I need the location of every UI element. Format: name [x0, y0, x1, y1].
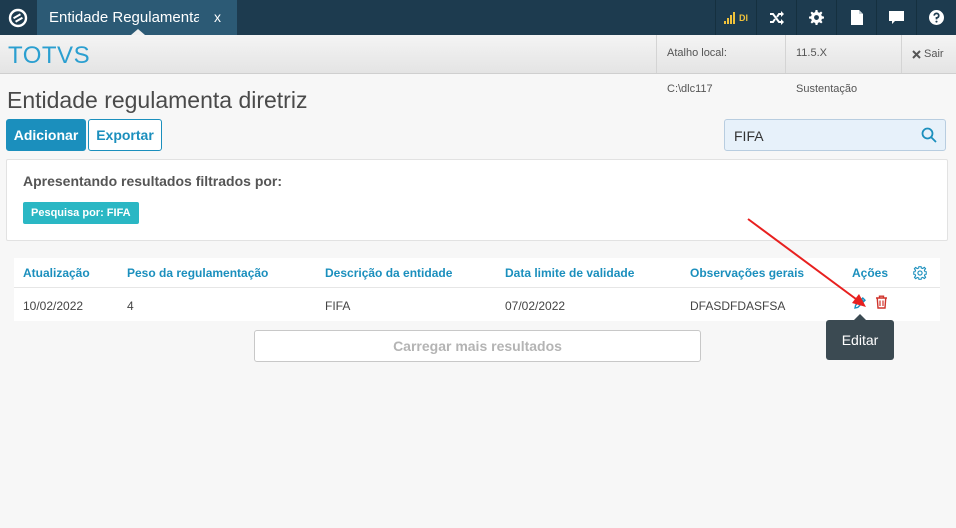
filter-tag[interactable]: Pesquisa por: FIFA [23, 202, 139, 224]
add-button[interactable]: Adicionar [6, 119, 86, 151]
document-icon [850, 10, 863, 25]
export-button[interactable]: Exportar [88, 119, 162, 151]
cell-data-limite: 07/02/2022 [505, 299, 566, 313]
column-header-data-limite[interactable]: Data limite de validade [505, 266, 634, 280]
column-header-observacoes[interactable]: Observações gerais [690, 266, 804, 280]
cell-peso: 4 [127, 299, 134, 313]
filter-title: Apresentando resultados filtrados por: [23, 173, 283, 189]
signal-icon [724, 11, 735, 24]
app-header: TOTVS Atalho local: C:\dlc117 11.5.X Sus… [0, 35, 956, 95]
top-icons-group: Dl [715, 0, 956, 35]
tab-entidade-regulamenta[interactable]: Entidade Regulamenta x [37, 0, 237, 35]
search-icon[interactable] [921, 127, 937, 143]
search-value: FIFA [734, 128, 764, 144]
help-icon [929, 10, 944, 25]
tab-label: Entidade Regulamenta [49, 9, 199, 26]
column-settings-icon[interactable] [913, 266, 927, 280]
cell-descricao: FIFA [325, 299, 351, 313]
pencil-icon[interactable] [853, 296, 867, 310]
tab-close-button[interactable]: x [214, 0, 221, 35]
signal-label: Dl [739, 12, 748, 23]
load-more-button[interactable]: Carregar mais resultados [254, 330, 701, 362]
exit-button[interactable]: Sair [901, 35, 956, 73]
column-header-peso[interactable]: Peso da regulamentação [127, 266, 268, 280]
local-shortcut: Atalho local: C:\dlc117 [656, 35, 784, 95]
chat-icon [889, 10, 904, 24]
search-input[interactable]: FIFA [724, 119, 946, 151]
column-header-descricao[interactable]: Descrição da entidade [325, 266, 452, 280]
top-navigation-bar: Entidade Regulamenta x Dl [0, 0, 956, 35]
version-label: 11.5.X Sustentação [785, 35, 901, 95]
totvs-logo-icon[interactable] [0, 0, 35, 35]
document-button[interactable] [836, 0, 876, 35]
column-header-atualizacao[interactable]: Atualização [23, 266, 90, 280]
chat-button[interactable] [876, 0, 916, 35]
cell-atualizacao: 10/02/2022 [23, 299, 84, 313]
exit-label: Sair [924, 48, 944, 60]
gear-icon [809, 10, 824, 25]
shuffle-icon [769, 10, 784, 25]
signal-button[interactable]: Dl [715, 0, 756, 35]
table-row[interactable]: 10/02/2022 4 FIFA 07/02/2022 DFASDFDASFS… [14, 289, 940, 321]
results-table: Atualização Peso da regulamentação Descr… [14, 258, 940, 321]
page-title: Entidade regulamenta diretriz [7, 87, 308, 113]
column-header-acoes: Ações [852, 266, 889, 280]
help-button[interactable] [916, 0, 956, 35]
trash-icon[interactable] [875, 295, 888, 309]
brand-logo: TOTVS [8, 42, 91, 69]
shuffle-button[interactable] [756, 0, 796, 35]
tooltip-label: Editar [841, 332, 879, 348]
filter-panel: Apresentando resultados filtrados por: P… [6, 159, 948, 241]
table-header: Atualização Peso da regulamentação Descr… [14, 258, 940, 288]
close-icon [912, 49, 921, 59]
edit-tooltip: Editar [826, 314, 894, 360]
settings-button[interactable] [796, 0, 836, 35]
tooltip-arrow [854, 314, 866, 320]
cell-observacoes: DFASDFDASFSA [690, 299, 786, 313]
